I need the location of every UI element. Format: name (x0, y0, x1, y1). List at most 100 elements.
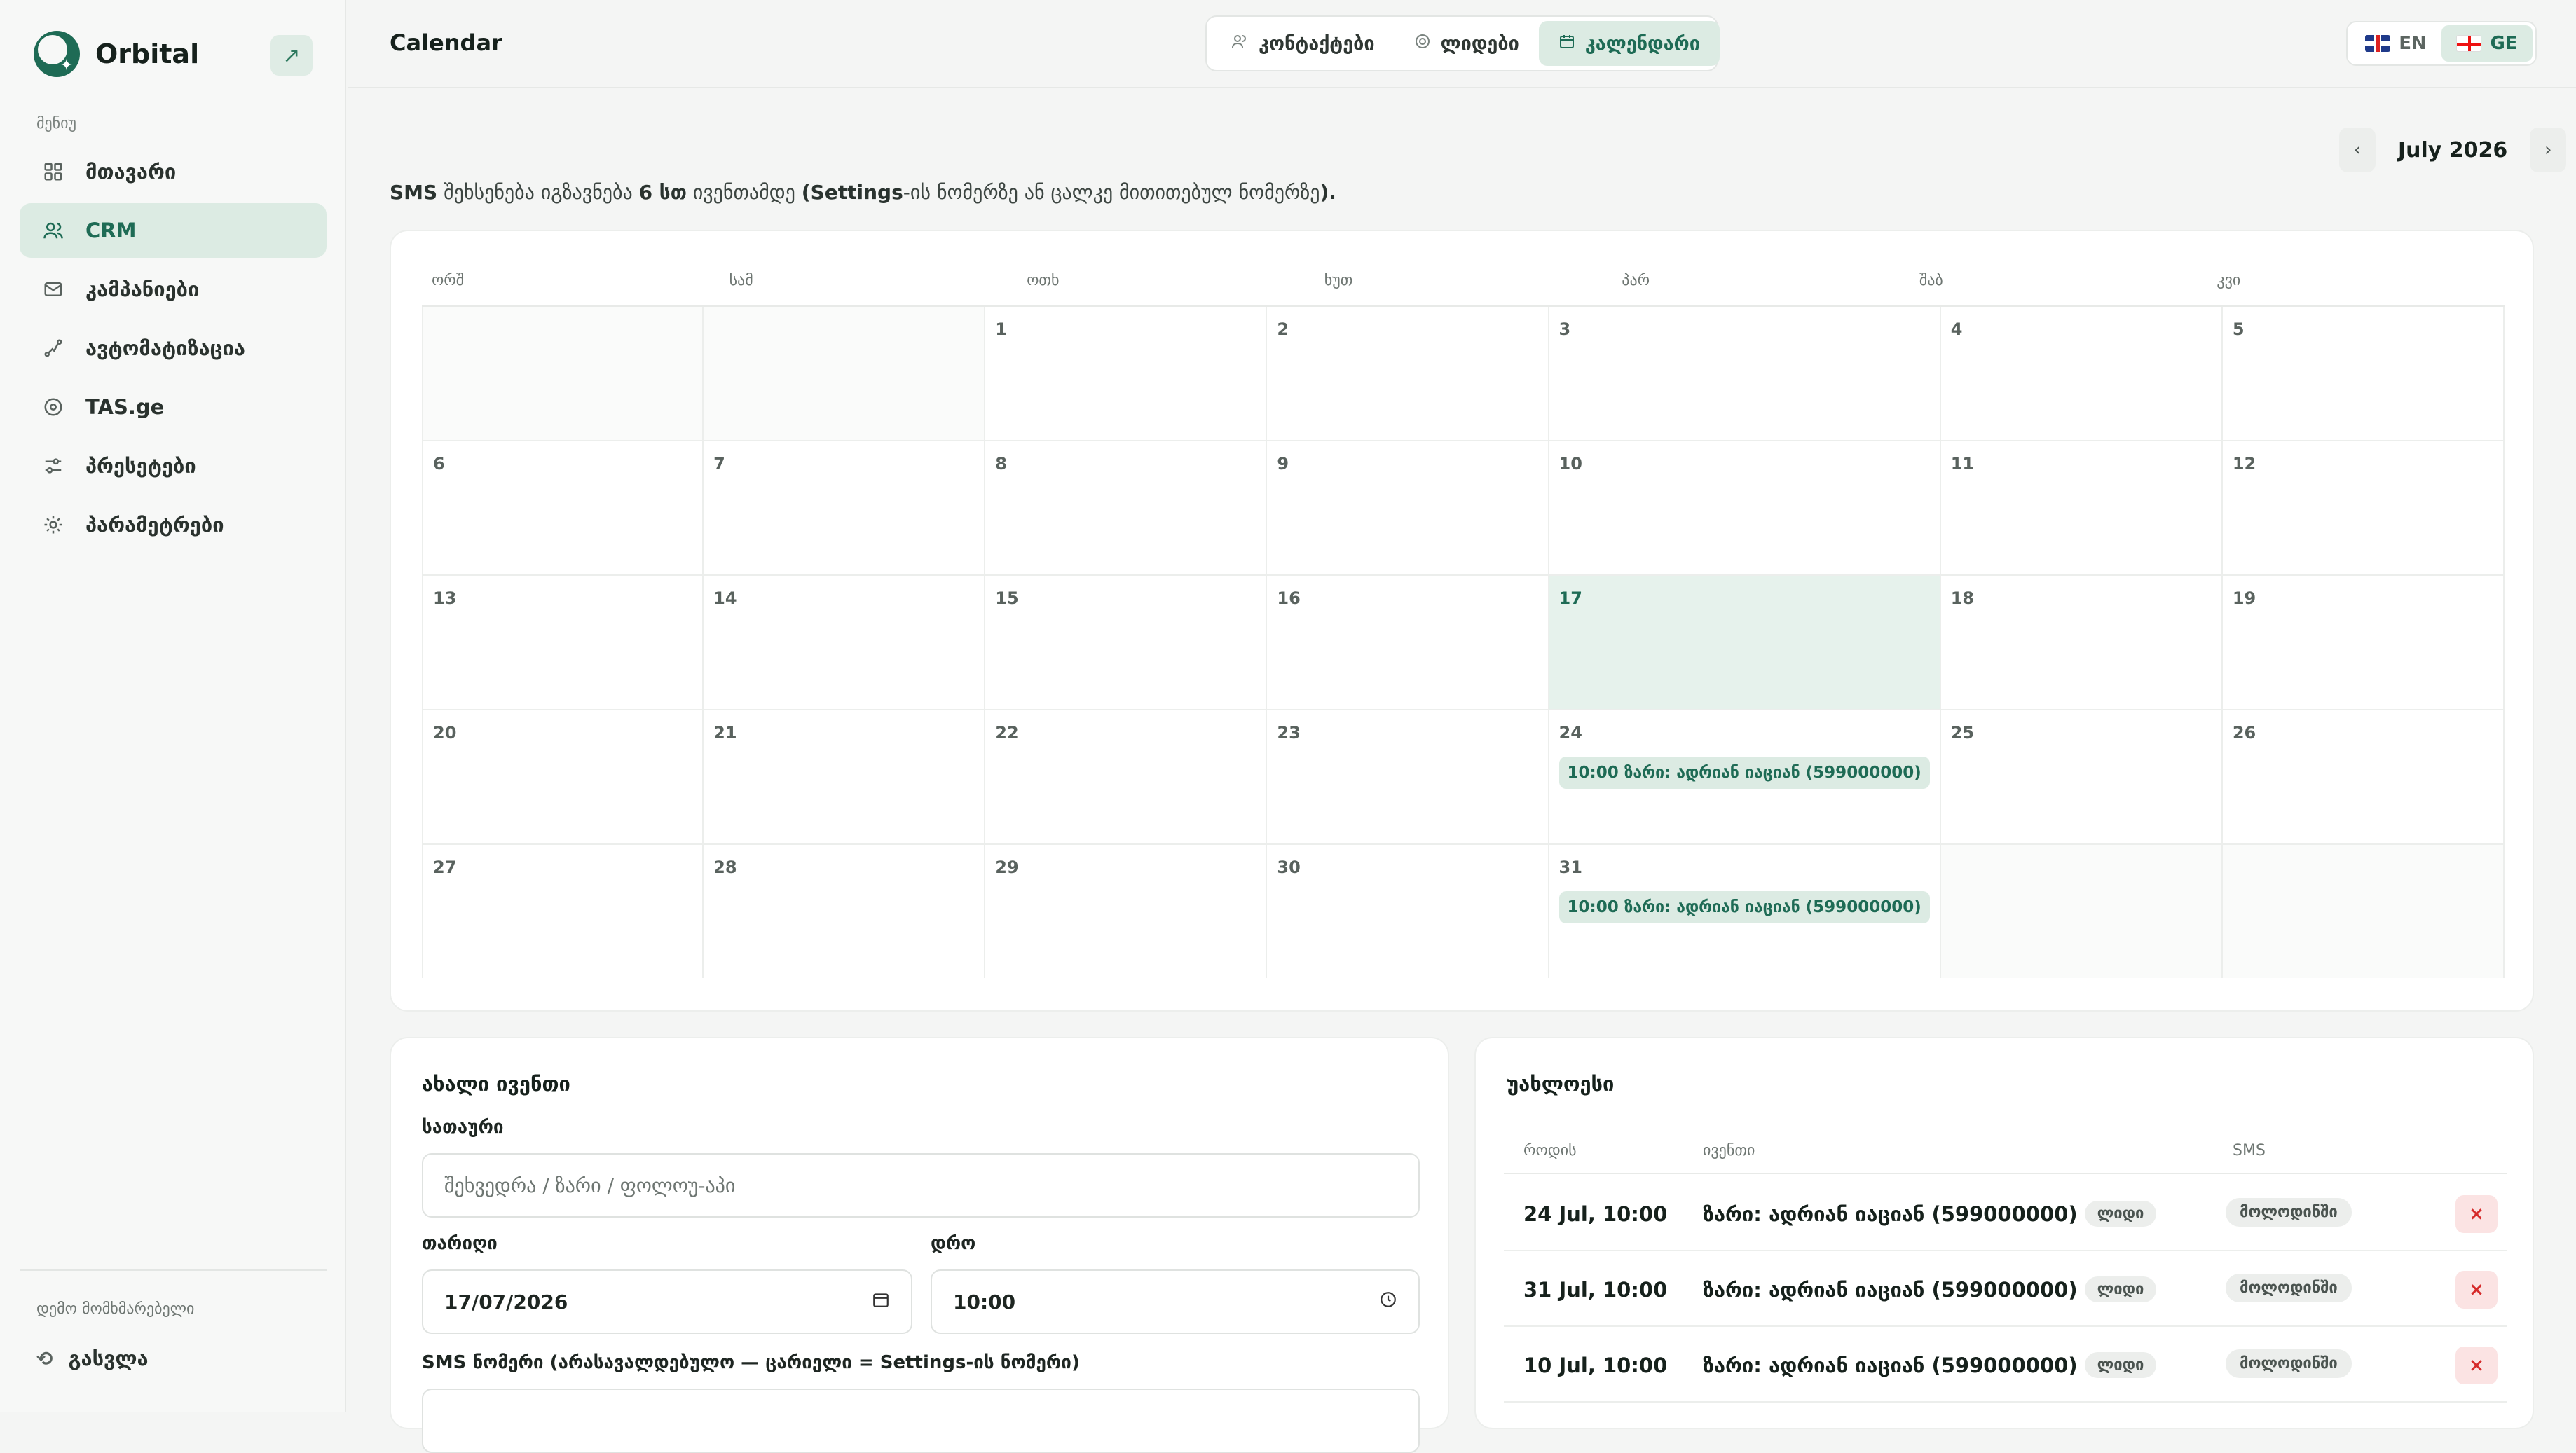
tab-label: კონტაქტები (1259, 32, 1375, 55)
calendar-event[interactable]: 10:00 ზარი: ადრიან იაციან (599000000) (1558, 757, 1930, 789)
day-number: 2 (1277, 319, 1289, 339)
brand[interactable]: ✦ Orbital (34, 31, 199, 77)
column-event: ივენთი (1703, 1142, 1755, 1159)
calendar-event[interactable]: 10:00 ზარი: ადრიან იაციან (599000000) (1558, 891, 1930, 923)
calendar-day-cell[interactable]: 22 (985, 710, 1268, 845)
arrow-up-right-icon: ↗ (282, 43, 301, 68)
logout-button[interactable]: ⟲ გასვლა (36, 1347, 149, 1370)
calendar-day-cell[interactable]: 10 (1549, 441, 1941, 576)
upcoming-card: უახლოესი როდის ივენთი SMS 24 Jul, 10:00 ზ… (1474, 1037, 2534, 1429)
sidebar-item-home[interactable]: მთავარი (20, 144, 327, 199)
calendar-day-cell[interactable]: 26 (2222, 710, 2505, 845)
event-when: 24 Jul, 10:00 (1523, 1202, 1668, 1226)
delete-event-button[interactable]: × (2455, 1195, 2498, 1233)
calendar-day-cell[interactable]: 16 (1267, 576, 1549, 710)
calendar-day-cell[interactable]: 29 (985, 845, 1268, 978)
sidebar-item-label: პარამეტრები (85, 513, 224, 537)
new-event-title: ახალი ივენთი (422, 1072, 570, 1096)
sidebar-item-presets[interactable]: პრესეტები (20, 439, 327, 493)
calendar-day-cell[interactable]: 18 (1940, 576, 2223, 710)
sidebar-item-settings[interactable]: პარამეტრები (20, 497, 327, 552)
sms-status-badge: მოლოდინში (2226, 1349, 2352, 1378)
calendar-day-cell[interactable]: 15 (985, 576, 1268, 710)
sidebar-item-campaigns[interactable]: კამპანიები (20, 262, 327, 317)
calendar-day-cell[interactable]: 9 (1267, 441, 1549, 576)
day-number: 17 (1558, 588, 1582, 608)
tab-calendar[interactable]: კალენდარი (1538, 21, 1720, 66)
sidebar-item-crm[interactable]: CRM (20, 203, 327, 258)
day-number: 30 (1277, 858, 1301, 877)
page-title: Calendar (390, 29, 502, 56)
day-number: 10 (1558, 454, 1582, 474)
time-value: 10:00 (953, 1290, 1016, 1314)
calendar-day-cell[interactable]: 8 (985, 441, 1268, 576)
mail-icon (41, 277, 66, 302)
day-number: 29 (995, 858, 1019, 877)
day-number: 18 (1950, 588, 1975, 608)
demo-user-label: დემო მომხმარებელი (36, 1300, 195, 1318)
calendar-day-cell[interactable]: 31 10:00 ზარი: ადრიან იაციან (599000000) (1549, 845, 1941, 978)
sms-status-badge: მოლოდინში (2226, 1274, 2352, 1302)
sms-number-input[interactable] (422, 1389, 1420, 1453)
date-input[interactable]: 17/07/2026 (422, 1269, 912, 1334)
sidebar-item-label: კამპანიები (85, 277, 200, 301)
calendar-day-cell[interactable]: 3 (1549, 307, 1941, 441)
calendar-day-cell[interactable]: 21 (704, 710, 986, 845)
date-value: 17/07/2026 (444, 1290, 568, 1314)
day-number: 7 (713, 454, 725, 474)
uk-flag-icon (2365, 35, 2391, 52)
day-number: 22 (995, 723, 1019, 743)
title-label: სათაური (422, 1117, 504, 1138)
users-icon (1231, 33, 1249, 54)
sidebar-item-label: პრესეტები (85, 454, 196, 478)
delete-event-button[interactable]: × (2455, 1271, 2498, 1309)
calendar-day-cell[interactable]: 25 (1940, 710, 2223, 845)
calendar-day-cell[interactable]: 27 (422, 845, 704, 978)
day-number: 24 (1558, 723, 1582, 743)
calendar-day-cell[interactable]: 17 (1549, 576, 1941, 710)
day-number: 28 (713, 858, 737, 877)
day-number: 23 (1277, 723, 1301, 743)
calendar-day-cell[interactable]: 20 (422, 710, 704, 845)
lang-ge-button[interactable]: GE (2441, 25, 2533, 62)
lang-ge-label: GE (2490, 33, 2518, 54)
calendar-day-cell[interactable]: 30 (1267, 845, 1549, 978)
calendar-day-cell[interactable]: 24 10:00 ზარი: ადრიან იაციან (599000000) (1549, 710, 1941, 845)
tab-leads[interactable]: ლიდები (1395, 21, 1539, 66)
georgia-flag-icon (2456, 35, 2482, 52)
upcoming-row: 10 Jul, 10:00 ზარი: ადრიან იაციან (599000… (1504, 1327, 2507, 1403)
calendar-day-cell[interactable]: 2 (1267, 307, 1549, 441)
sidebar-item-tas[interactable]: TAS.ge (20, 380, 327, 434)
calendar-day-cell[interactable]: 7 (704, 441, 986, 576)
tab-contacts[interactable]: კონტაქტები (1211, 21, 1395, 66)
grid-icon (41, 159, 66, 184)
time-input[interactable]: 10:00 (931, 1269, 1420, 1334)
calendar-day-cell[interactable]: 28 (704, 845, 986, 978)
calendar-day-cell[interactable]: 6 (422, 441, 704, 576)
day-number: 13 (433, 588, 457, 608)
calendar-icon[interactable] (872, 1290, 890, 1314)
delete-event-button[interactable]: × (2455, 1347, 2498, 1384)
sidebar-item-automation[interactable]: ავტომატიზაცია (20, 321, 327, 376)
calendar-day-cell[interactable]: 23 (1267, 710, 1549, 845)
upcoming-table-header: როდის ივენთი SMS (1504, 1128, 2507, 1174)
calendar-day-cell[interactable]: 5 (2222, 307, 2505, 441)
prev-month-button[interactable]: ‹ (2339, 128, 2376, 172)
day-number: 4 (1950, 319, 1963, 339)
collapse-sidebar-button[interactable]: ↗ (270, 35, 313, 76)
sidebar: ✦ Orbital ↗ მენიუ მთავარი CRM კამპანიები… (0, 0, 346, 1412)
calendar-day-cell[interactable]: 14 (704, 576, 986, 710)
calendar-day-cell[interactable]: 4 (1940, 307, 2223, 441)
next-month-button[interactable]: › (2530, 128, 2567, 172)
sidebar-item-label: მთავარი (85, 160, 177, 184)
sms-reminder-note: SMS შეხსენება იგზავნება 6 სთ ივენთამდე (… (390, 181, 1336, 204)
calendar-day-cell[interactable]: 11 (1940, 441, 2223, 576)
calendar-day-cell[interactable]: 1 (985, 307, 1268, 441)
clock-icon[interactable] (1379, 1290, 1397, 1314)
calendar-day-cell[interactable]: 12 (2222, 441, 2505, 576)
sidebar-item-label: TAS.ge (85, 395, 165, 419)
calendar-day-cell[interactable]: 19 (2222, 576, 2505, 710)
calendar-day-cell[interactable]: 13 (422, 576, 704, 710)
lang-en-button[interactable]: EN (2350, 25, 2441, 62)
title-input[interactable]: შეხვედრა / ზარი / ფოლოუ-აპი (422, 1153, 1420, 1218)
